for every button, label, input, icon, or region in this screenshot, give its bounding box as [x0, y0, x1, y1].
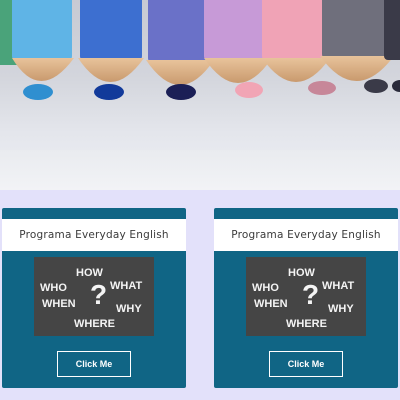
- pencil-light-blue: [12, 0, 74, 100]
- pencil-blue: [78, 0, 144, 100]
- chalkboard-graphic: HOW WHAT WHO ? WHEN WHY WHERE: [34, 257, 154, 336]
- course-card: Programa Everyday English HOW WHAT WHO ?…: [2, 208, 186, 388]
- pencil-dark: [320, 0, 394, 93]
- click-me-button[interactable]: Click Me: [57, 351, 131, 377]
- card-title: Programa Everyday English: [231, 229, 381, 241]
- question-mark: ?: [90, 279, 107, 310]
- card-header: Programa Everyday English: [2, 219, 186, 251]
- pencil-indigo: [146, 0, 214, 100]
- click-me-button[interactable]: Click Me: [269, 351, 343, 377]
- question-words-image: HOW WHAT WHO ? WHEN WHY WHERE: [246, 257, 366, 336]
- word-when: WHEN: [42, 298, 76, 310]
- word-where: WHERE: [74, 318, 115, 330]
- word-how: HOW: [288, 267, 316, 279]
- word-what: WHAT: [110, 280, 142, 292]
- chalkboard-graphic: HOW WHAT WHO ? WHEN WHY WHERE: [246, 257, 366, 336]
- word-how: HOW: [76, 267, 104, 279]
- pencil-lilac: [204, 0, 272, 98]
- pencil-partial: [384, 0, 400, 92]
- card-header: Programa Everyday English: [214, 219, 398, 251]
- word-what: WHAT: [322, 280, 354, 292]
- question-mark: ?: [302, 279, 319, 310]
- hero-banner: [0, 0, 400, 190]
- word-where: WHERE: [286, 318, 327, 330]
- course-card: Programa Everyday English HOW WHAT WHO ?…: [214, 208, 398, 388]
- card-title: Programa Everyday English: [19, 229, 169, 241]
- word-why: WHY: [328, 303, 354, 315]
- word-when: WHEN: [254, 298, 288, 310]
- hero-surface: [0, 150, 400, 190]
- word-who: WHO: [40, 282, 67, 294]
- word-who: WHO: [252, 282, 279, 294]
- question-words-image: HOW WHAT WHO ? WHEN WHY WHERE: [34, 257, 154, 336]
- word-why: WHY: [116, 303, 142, 315]
